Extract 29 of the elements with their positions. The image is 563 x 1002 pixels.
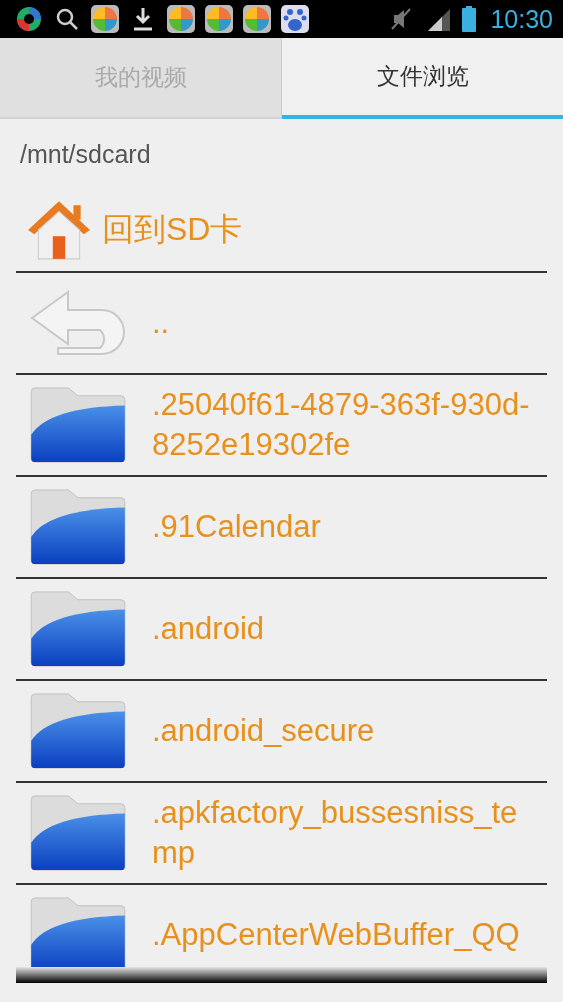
- app-icon: [14, 4, 44, 34]
- app-icon: [204, 4, 234, 34]
- clock: 10:30: [490, 4, 553, 34]
- file-row[interactable]: .android_secure: [16, 681, 547, 783]
- folder-icon: [28, 692, 128, 770]
- app-icon: [90, 4, 120, 34]
- folder-icon: [28, 896, 128, 967]
- folder-name: .apkfactory_bussesniss_temp: [152, 794, 519, 872]
- file-row[interactable]: .25040f61-4879-363f-930d-8252e19302fe: [16, 375, 547, 477]
- folder-name: .91Calendar: [152, 508, 322, 546]
- app-icon: [242, 4, 272, 34]
- home-link[interactable]: 回到SD卡: [102, 208, 243, 252]
- folder-icon: [28, 794, 128, 872]
- current-path: /mnt/sdcard: [19, 138, 152, 170]
- file-row[interactable]: ..: [16, 273, 547, 375]
- folder-icon: [28, 590, 128, 668]
- app-icon: [166, 4, 196, 34]
- folder-icon: [28, 386, 128, 464]
- file-row[interactable]: .android: [16, 579, 547, 681]
- file-row[interactable]: .apkfactory_bussesniss_temp: [16, 783, 547, 885]
- folder-name: .AppCenterWebBuffer_QQ: [152, 916, 521, 954]
- folder-name: .25040f61-4879-363f-930d-8252e19302fe: [152, 386, 531, 464]
- parent-folder-name: ..: [152, 304, 171, 342]
- paw-icon: [280, 4, 310, 34]
- battery-icon: [462, 6, 477, 32]
- folder-name: .android: [152, 610, 266, 648]
- file-row[interactable]: .91Calendar: [16, 477, 547, 579]
- folder-name: .android_secure: [152, 712, 376, 750]
- folder-icon: [28, 488, 128, 566]
